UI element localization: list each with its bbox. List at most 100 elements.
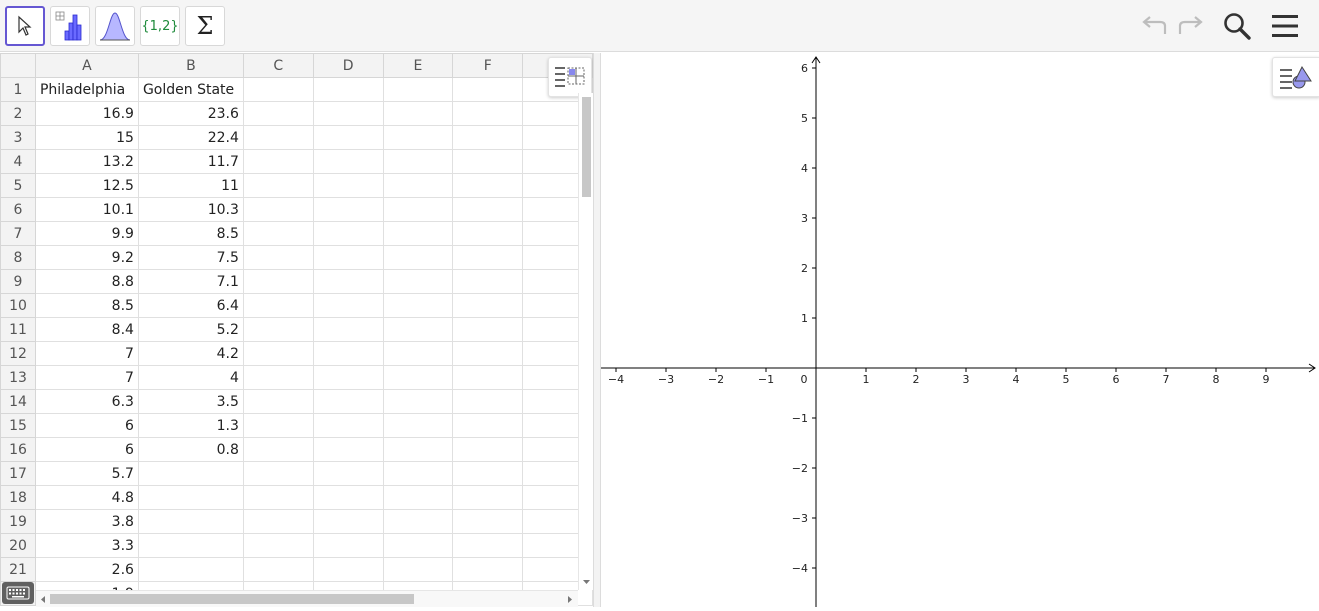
horizontal-scrollbar[interactable] [36,590,578,607]
cell-c11[interactable] [242,317,314,342]
cell-d15[interactable] [312,413,384,438]
cell-c18[interactable] [242,485,314,510]
cell-b2[interactable]: 23.6 [137,101,244,126]
spreadsheet-style-bar-button[interactable] [548,57,592,97]
cell-d12[interactable] [312,341,384,366]
cell-a19[interactable]: 3.8 [34,509,139,534]
cell-a6[interactable]: 10.1 [34,197,139,222]
cell-c16[interactable] [242,437,314,462]
cell-f7[interactable] [452,221,524,246]
column-header-a[interactable]: A [34,53,139,78]
create-list-button[interactable]: {1,2} [140,6,180,46]
column-header-b[interactable]: B [137,53,244,78]
row-header[interactable]: 8 [0,245,36,270]
cell-b10[interactable]: 6.4 [137,293,244,318]
row-header[interactable]: 20 [0,533,36,558]
cell-b20[interactable] [137,533,244,558]
horizontal-scrollbar-thumb[interactable] [50,594,414,604]
row-header[interactable]: 12 [0,341,36,366]
column-header-f[interactable]: F [452,53,524,78]
undo-button[interactable] [1136,8,1172,44]
cell-e7[interactable] [382,221,454,246]
cell-d8[interactable] [312,245,384,270]
cell-e10[interactable] [382,293,454,318]
cell-b12[interactable]: 4.2 [137,341,244,366]
cell-c5[interactable] [242,173,314,198]
cell-f13[interactable] [452,365,524,390]
row-header[interactable]: 10 [0,293,36,318]
cell-d21[interactable] [312,557,384,582]
cell-a3[interactable]: 15 [34,125,139,150]
cell-b6[interactable]: 10.3 [137,197,244,222]
cell-b5[interactable]: 11 [137,173,244,198]
cell-c20[interactable] [242,533,314,558]
cell-f14[interactable] [452,389,524,414]
cell-b21[interactable] [137,557,244,582]
row-header[interactable]: 18 [0,485,36,510]
cell-e6[interactable] [382,197,454,222]
cell-f21[interactable] [452,557,524,582]
one-variable-analysis-button[interactable] [50,6,90,46]
cell-d16[interactable] [312,437,384,462]
cell-b15[interactable]: 1.3 [137,413,244,438]
cell-e18[interactable] [382,485,454,510]
cell-a1[interactable]: Philadelphia [34,77,139,102]
row-header[interactable]: 21 [0,557,36,582]
cell-f15[interactable] [452,413,524,438]
cell-c9[interactable] [242,269,314,294]
cell-c21[interactable] [242,557,314,582]
cell-b16[interactable]: 0.8 [137,437,244,462]
graphics-style-bar-button[interactable] [1272,57,1319,97]
cell-c6[interactable] [242,197,314,222]
cell-d17[interactable] [312,461,384,486]
row-header[interactable]: 9 [0,269,36,294]
cell-a4[interactable]: 13.2 [34,149,139,174]
cell-d9[interactable] [312,269,384,294]
cell-d14[interactable] [312,389,384,414]
scroll-left-arrow-icon[interactable] [39,595,47,604]
cell-a21[interactable]: 2.6 [34,557,139,582]
row-header[interactable]: 4 [0,149,36,174]
keyboard-button[interactable] [2,582,34,604]
cell-e2[interactable] [382,101,454,126]
cell-c19[interactable] [242,509,314,534]
cell-e16[interactable] [382,437,454,462]
cell-d13[interactable] [312,365,384,390]
cell-d4[interactable] [312,149,384,174]
cell-e5[interactable] [382,173,454,198]
redo-button[interactable] [1173,8,1209,44]
cell-b3[interactable]: 22.4 [137,125,244,150]
cell-a5[interactable]: 12.5 [34,173,139,198]
cell-f6[interactable] [452,197,524,222]
cell-e4[interactable] [382,149,454,174]
move-tool-button[interactable] [5,6,45,46]
search-button[interactable] [1219,8,1255,44]
cell-e3[interactable] [382,125,454,150]
cell-a17[interactable]: 5.7 [34,461,139,486]
cell-c17[interactable] [242,461,314,486]
cell-b14[interactable]: 3.5 [137,389,244,414]
cell-a14[interactable]: 6.3 [34,389,139,414]
cell-b13[interactable]: 4 [137,365,244,390]
cell-f1[interactable] [452,77,524,102]
cell-a8[interactable]: 9.2 [34,245,139,270]
cell-f19[interactable] [452,509,524,534]
cell-a16[interactable]: 6 [34,437,139,462]
column-header-d[interactable]: D [312,53,384,78]
cell-a20[interactable]: 3.3 [34,533,139,558]
cell-d7[interactable] [312,221,384,246]
cell-e19[interactable] [382,509,454,534]
cell-d19[interactable] [312,509,384,534]
cell-b8[interactable]: 7.5 [137,245,244,270]
cell-d6[interactable] [312,197,384,222]
cell-a18[interactable]: 4.8 [34,485,139,510]
cell-e17[interactable] [382,461,454,486]
cell-e21[interactable] [382,557,454,582]
cell-f3[interactable] [452,125,524,150]
cell-e20[interactable] [382,533,454,558]
corner-cell[interactable] [0,53,36,78]
cell-a13[interactable]: 7 [34,365,139,390]
cell-b1[interactable]: Golden State [137,77,244,102]
cell-b18[interactable] [137,485,244,510]
cell-d20[interactable] [312,533,384,558]
